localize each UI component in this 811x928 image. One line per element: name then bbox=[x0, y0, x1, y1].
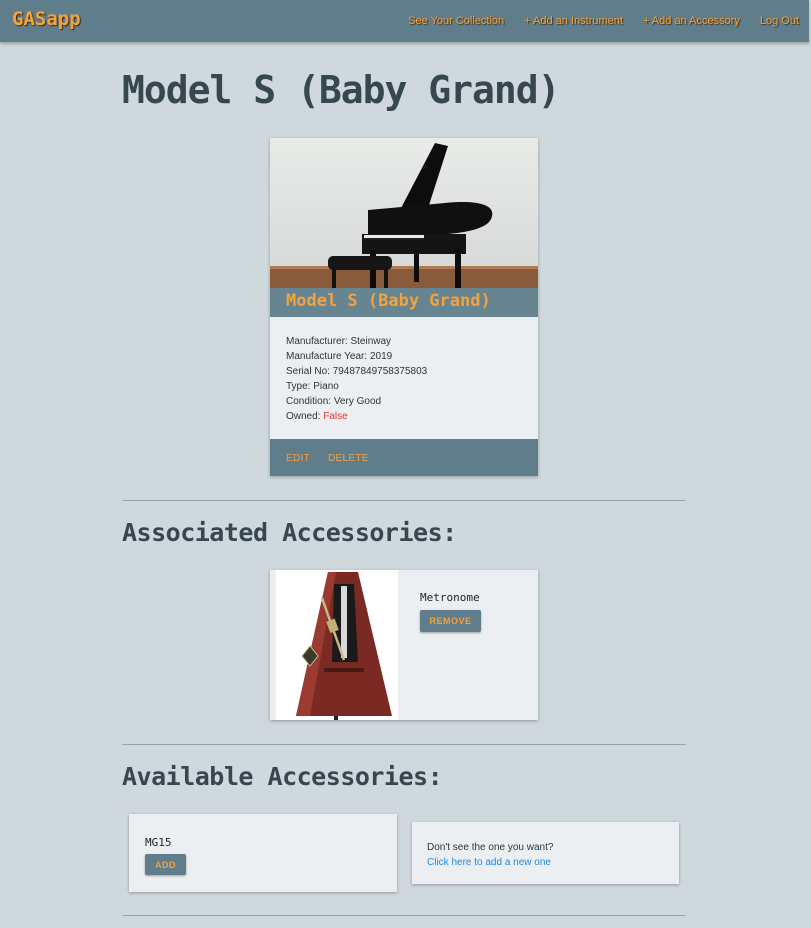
detail-type: Type: Piano bbox=[286, 381, 339, 392]
detail-condition: Condition: Very Good bbox=[286, 396, 382, 407]
edit-button[interactable]: EDIT bbox=[286, 453, 310, 464]
associated-accessory-card: Metronome REMOVE bbox=[270, 570, 538, 720]
add-new-accessory-link[interactable]: Click here to add a new one bbox=[427, 857, 551, 868]
available-accessory-card: MG15 ADD bbox=[129, 814, 397, 892]
instrument-details: Manufacturer: Steinway Manufacture Year:… bbox=[286, 334, 427, 424]
accessory-name: Metronome bbox=[420, 591, 480, 604]
metronome-photo bbox=[276, 570, 398, 720]
owned-status: False bbox=[323, 411, 348, 422]
nav-link-add-accessory[interactable]: + Add an Accessory bbox=[643, 15, 740, 27]
page-title: Model S (Baby Grand) bbox=[122, 68, 561, 112]
divider bbox=[122, 744, 686, 745]
nav-links: See Your Collection + Add an Instrument … bbox=[408, 15, 799, 27]
add-new-accessory-card: Don't see the one you want? Click here t… bbox=[412, 822, 679, 884]
available-heading: Available Accessories: bbox=[122, 762, 443, 791]
add-accessory-button[interactable]: ADD bbox=[145, 854, 186, 875]
nav-link-add-instrument[interactable]: + Add an Instrument bbox=[524, 15, 623, 27]
card-actions: EDIT DELETE bbox=[270, 439, 538, 476]
detail-year: Manufacture Year: 2019 bbox=[286, 351, 393, 362]
prompt-text: Don't see the one you want? bbox=[427, 842, 554, 853]
remove-accessory-button[interactable]: REMOVE bbox=[420, 610, 481, 632]
nav-link-see-collection[interactable]: See Your Collection bbox=[408, 15, 504, 27]
divider bbox=[122, 915, 686, 916]
brand-logo[interactable]: GASapp bbox=[12, 8, 81, 30]
delete-button[interactable]: DELETE bbox=[328, 453, 369, 464]
nav-link-log-out[interactable]: Log Out bbox=[760, 15, 799, 27]
instrument-card: Model S (Baby Grand) Manufacturer: Stein… bbox=[270, 138, 538, 476]
divider bbox=[122, 500, 686, 501]
accessory-name: MG15 bbox=[145, 836, 172, 849]
card-title-bar: Model S (Baby Grand) bbox=[270, 288, 538, 317]
detail-manufacturer: Manufacturer: Steinway bbox=[286, 336, 392, 347]
top-navbar: GASapp See Your Collection + Add an Inst… bbox=[0, 0, 809, 42]
instrument-title: Model S (Baby Grand) bbox=[286, 291, 491, 311]
associated-heading: Associated Accessories: bbox=[122, 518, 457, 547]
detail-serial: Serial No: 79487849758375803 bbox=[286, 366, 428, 377]
detail-owned: Owned: False bbox=[286, 411, 348, 422]
